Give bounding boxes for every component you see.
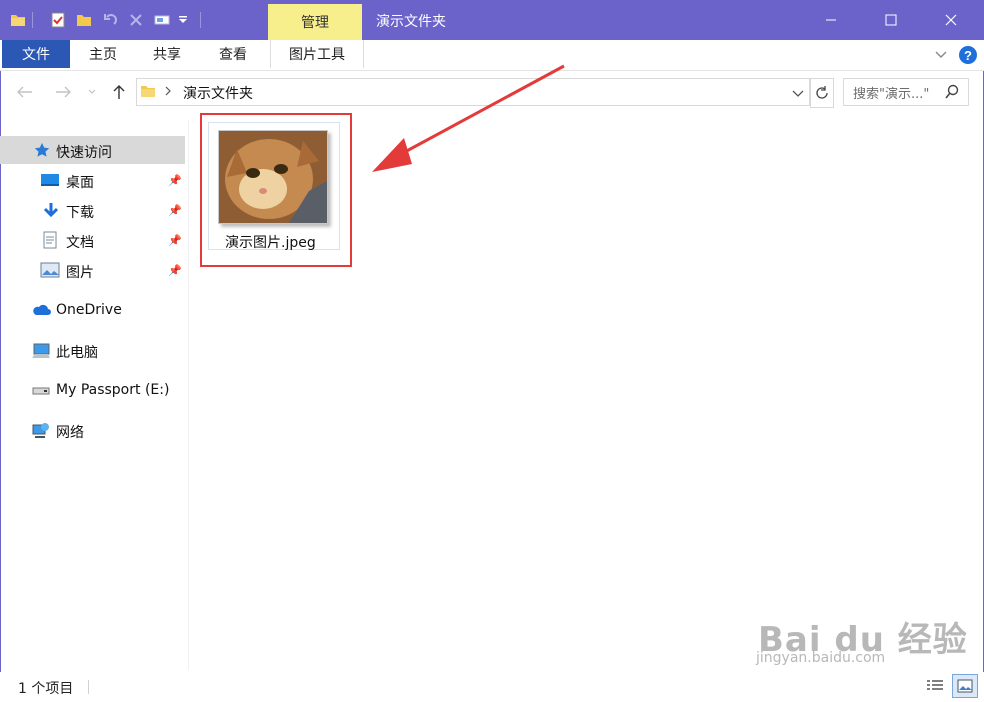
star-icon xyxy=(34,142,50,158)
sidebar-item-documents[interactable]: 文档 xyxy=(66,232,94,252)
refresh-button[interactable] xyxy=(810,78,834,108)
sidebar-item-network[interactable]: 网络 xyxy=(56,422,84,442)
sidebar-item-label: 快速访问 xyxy=(56,145,112,161)
properties-icon[interactable] xyxy=(48,10,68,30)
customize-dropdown-icon[interactable] xyxy=(176,10,190,30)
status-separator xyxy=(88,680,89,694)
status-bar xyxy=(0,672,984,702)
expand-ribbon-icon[interactable] xyxy=(932,46,950,64)
sidebar-item-this-pc[interactable]: 此电脑 xyxy=(56,342,98,362)
status-item-count: 1 个项目 xyxy=(18,681,74,697)
tab-share[interactable]: 共享 xyxy=(142,40,192,68)
sidebar-item-desktop[interactable]: 桌面 xyxy=(66,172,94,192)
forward-button[interactable] xyxy=(52,80,74,104)
up-button[interactable] xyxy=(108,80,130,104)
tab-view[interactable]: 查看 xyxy=(208,40,258,68)
sidebar-item-pictures[interactable]: 图片 xyxy=(66,262,94,282)
window-title: 演示文件夹 xyxy=(376,14,446,30)
watermark-url: jingyan.baidu.com xyxy=(756,650,886,666)
tab-home[interactable]: 主页 xyxy=(78,40,128,68)
undo-icon[interactable] xyxy=(100,10,120,30)
network-icon xyxy=(31,421,53,439)
pin-icon: 📌 xyxy=(168,264,182,277)
back-button[interactable] xyxy=(14,80,36,104)
folder-icon xyxy=(8,10,28,30)
pin-icon: 📌 xyxy=(168,174,182,187)
pin-icon: 📌 xyxy=(168,234,182,247)
documents-icon xyxy=(42,231,60,249)
tab-file[interactable]: 文件 xyxy=(2,40,70,68)
sidebar-item-downloads[interactable]: 下载 xyxy=(66,202,94,222)
drive-icon xyxy=(31,384,53,398)
qa-separator xyxy=(200,12,201,28)
details-view-icon[interactable] xyxy=(926,678,944,694)
minimize-button[interactable] xyxy=(808,4,854,36)
pin-icon: 📌 xyxy=(168,204,182,217)
folder-icon xyxy=(140,83,158,99)
pictures-icon xyxy=(40,262,62,280)
new-folder-icon[interactable] xyxy=(74,10,94,30)
computer-icon xyxy=(31,342,53,360)
breadcrumb-current[interactable]: 演示文件夹 xyxy=(183,83,253,103)
search-icon[interactable] xyxy=(944,84,960,100)
recent-locations-chevron-icon[interactable] xyxy=(84,80,100,104)
qa-separator xyxy=(32,12,33,28)
highlight-box xyxy=(200,113,352,267)
sidebar-item-onedrive[interactable]: OneDrive xyxy=(56,302,122,318)
tab-manage[interactable]: 管理 xyxy=(268,4,362,40)
delete-icon[interactable] xyxy=(126,10,146,30)
svg-text:?: ? xyxy=(964,48,972,63)
download-icon xyxy=(42,202,60,220)
address-dropdown-icon[interactable] xyxy=(792,86,806,97)
close-button[interactable] xyxy=(928,4,974,36)
search-placeholder: 搜索"演示..." xyxy=(853,87,930,102)
sidebar-item-drive[interactable]: My Passport (E:) xyxy=(56,382,169,398)
breadcrumb-chevron-icon[interactable] xyxy=(164,85,174,97)
annotation-arrow xyxy=(372,64,565,172)
tab-picture-tools[interactable]: 图片工具 xyxy=(270,40,364,68)
rename-icon[interactable] xyxy=(152,10,174,30)
help-icon[interactable]: ? xyxy=(958,45,978,65)
maximize-button[interactable] xyxy=(868,4,914,36)
onedrive-cloud-icon xyxy=(31,302,53,318)
large-icons-view-icon[interactable] xyxy=(952,674,978,698)
desktop-icon xyxy=(40,172,62,190)
